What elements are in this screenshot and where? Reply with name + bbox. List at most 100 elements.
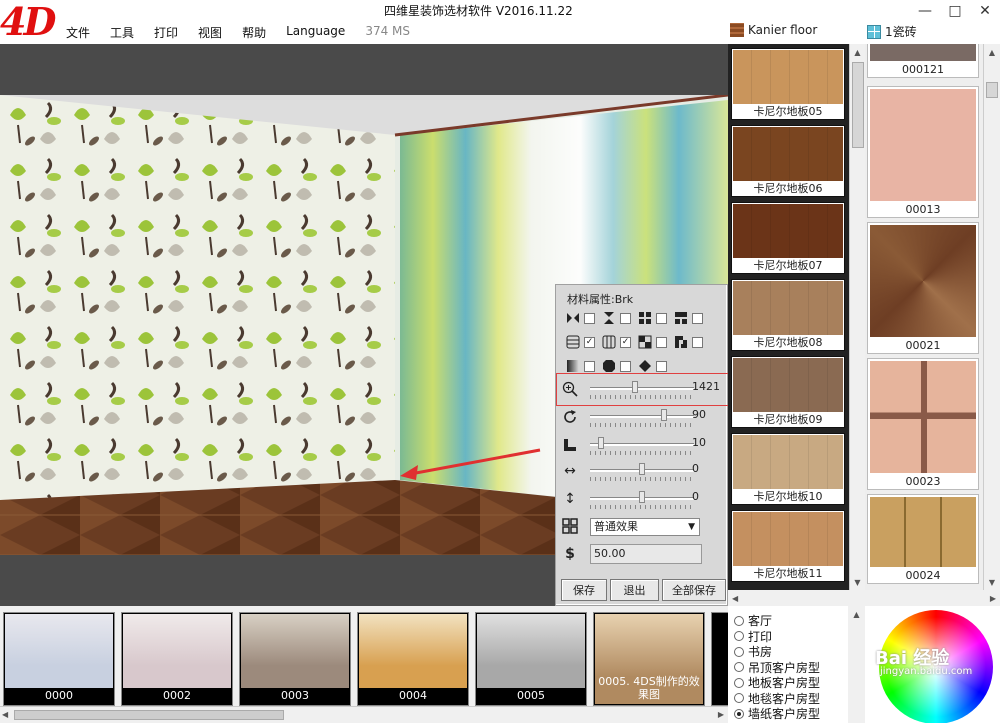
floor-material-tile[interactable]: 卡尼尔地板06	[731, 125, 845, 197]
room-option-label: 打印	[748, 629, 773, 644]
diamond-shape-checkbox[interactable]	[656, 360, 667, 372]
mirror-vertical-checkbox[interactable]	[620, 312, 631, 324]
tile-material-list[interactable]: 000121 00013 00021 00023 00024	[865, 44, 983, 590]
scroll-up-icon[interactable]: ▲	[850, 44, 865, 60]
room-radio[interactable]	[734, 708, 744, 719]
quad-pattern-checkbox[interactable]	[656, 312, 667, 324]
wood-floor-icon	[730, 23, 744, 37]
room-radio[interactable]	[734, 615, 744, 626]
floor-material-tile[interactable]: 卡尼尔地板08	[731, 279, 845, 351]
gradient-shade-checkbox[interactable]	[584, 360, 595, 372]
tile-list-scroll-thumb[interactable]	[986, 82, 998, 98]
horizontal-tiling-checkbox[interactable]: ✓	[584, 336, 595, 348]
room-option[interactable]: 地板客户房型	[734, 674, 820, 691]
floor-material-tile[interactable]: 卡尼尔地板10	[731, 433, 845, 505]
room-option[interactable]: 打印	[734, 628, 772, 645]
menu-file[interactable]: 文件	[66, 24, 90, 41]
chevron-down-icon: ▼	[688, 522, 695, 532]
floor-material-list[interactable]: 卡尼尔地板05 卡尼尔地板06 卡尼尔地板07 卡尼尔地板08 卡尼尔地板09 卡尼尔地板…	[728, 44, 849, 590]
scene-strip-scrollbar[interactable]: ◀ ▶	[0, 706, 728, 723]
room-radio[interactable]	[734, 662, 744, 672]
menu-language[interactable]: Language	[286, 24, 345, 41]
floor-material-tile[interactable]: 卡尼尔地板07	[731, 202, 845, 274]
tile-material-tile[interactable]: 00024	[867, 494, 979, 584]
save-button[interactable]: 保存	[561, 579, 607, 601]
tile-list-scrollbar[interactable]: ▲ ▼	[983, 44, 1000, 590]
tile-material-tile[interactable]: 000121	[867, 44, 979, 78]
tile-material-tile[interactable]: 00013	[867, 86, 979, 218]
effect-dropdown[interactable]: 普通效果 ▼	[590, 518, 700, 536]
rotation-slider-thumb[interactable]	[660, 409, 667, 421]
room-option[interactable]: 书房	[734, 643, 772, 660]
vertical-tiling-checkbox[interactable]: ✓	[620, 336, 631, 348]
menu-view[interactable]: 视图	[198, 24, 222, 41]
floor-list-scroll-thumb[interactable]	[852, 62, 864, 148]
scene-thumbnail-label: 0003	[240, 688, 350, 705]
close-button[interactable]: ✕	[970, 0, 1000, 22]
room-radio[interactable]	[734, 693, 744, 703]
scene-thumbnail[interactable]	[711, 612, 728, 706]
floor-material-tile[interactable]: 卡尼尔地板05	[731, 48, 845, 120]
mirror-horizontal-checkbox[interactable]	[584, 312, 595, 324]
room-radio[interactable]	[734, 677, 744, 688]
menu-print[interactable]: 打印	[154, 24, 178, 41]
minimize-button[interactable]: —	[910, 0, 940, 22]
height-slider-track[interactable]	[590, 443, 694, 446]
scroll-right-icon[interactable]: ▶	[718, 710, 724, 719]
scene-thumbnail[interactable]: 0002	[121, 612, 233, 706]
scene-thumbnail[interactable]: 0004	[357, 612, 469, 706]
room-radio[interactable]	[734, 631, 744, 641]
scroll-down-icon[interactable]: ▼	[850, 574, 865, 590]
rotation-slider-track[interactable]	[590, 415, 694, 418]
scene-strip-scroll-thumb[interactable]	[14, 710, 284, 720]
scene-thumbnail-label: 0002	[122, 688, 232, 705]
floor-material-tile[interactable]: 卡尼尔地板11	[731, 510, 845, 582]
material-properties-panel: 材料属性:Brk ✓ ✓ 1421 90 10 ↔ 0 ↕ 0 普通效果 ▼ $…	[555, 284, 728, 606]
tile-material-tile[interactable]: 00021	[867, 222, 979, 354]
shape-options-row	[566, 359, 674, 373]
room-option[interactable]: 吊顶客户房型	[734, 659, 820, 676]
floor-material-swatch	[733, 358, 843, 412]
room-radio[interactable]	[734, 646, 744, 657]
zoom-slider-thumb[interactable]	[632, 381, 639, 393]
scroll-down-icon[interactable]: ▼	[984, 574, 1000, 590]
room-list-scrollbar[interactable]: ▲	[848, 606, 865, 723]
menu-help[interactable]: 帮助	[242, 24, 266, 41]
grid-effect-icon	[562, 518, 578, 534]
floor-list-scrollbar[interactable]: ▲ ▼	[849, 44, 865, 590]
scene-thumbnail[interactable]: 0003	[239, 612, 351, 706]
floor-category-header[interactable]: Kanier floor	[730, 23, 817, 37]
panel-buttons: 保存 退出 全部保存	[561, 579, 726, 601]
scene-thumbnail[interactable]: 0005	[475, 612, 587, 706]
material-horizontal-scrollbar[interactable]: ◀ ▶	[728, 590, 1000, 606]
tile-material-swatch	[870, 361, 976, 473]
room-option[interactable]: 客厅	[734, 612, 772, 629]
price-field[interactable]: 50.00	[590, 544, 702, 564]
scroll-left-icon[interactable]: ◀	[2, 710, 8, 719]
save-all-button[interactable]: 全部保存	[662, 579, 726, 601]
split-pattern-checkbox[interactable]	[692, 312, 703, 324]
scroll-up-icon[interactable]: ▲	[848, 606, 865, 622]
scroll-left-icon[interactable]: ◀	[732, 594, 738, 603]
maximize-button[interactable]: □	[940, 0, 970, 22]
room-type-list: 客厅 打印 书房 吊顶客户房型 地板客户房型 地毯客户房型 墙纸客户房型	[728, 606, 848, 723]
room-option[interactable]: 地毯客户房型	[734, 690, 820, 707]
menu-tools[interactable]: 工具	[110, 24, 134, 41]
scroll-right-icon[interactable]: ▶	[990, 594, 996, 603]
room-option[interactable]: 墙纸客户房型	[734, 705, 820, 722]
offset-y-slider-row: ↕ 0	[562, 488, 722, 512]
height-slider-thumb[interactable]	[597, 437, 604, 449]
tile-material-tile[interactable]: 00023	[867, 358, 979, 490]
floor-material-tile[interactable]: 卡尼尔地板09	[731, 356, 845, 428]
herringbone-pattern-checkbox[interactable]	[692, 336, 703, 348]
scroll-up-icon[interactable]: ▲	[984, 44, 1000, 60]
checker-pattern-checkbox[interactable]	[656, 336, 667, 348]
offset-y-slider-thumb[interactable]	[639, 491, 645, 503]
tile-category-header[interactable]: 1瓷砖	[867, 23, 917, 40]
zoom-slider-track[interactable]	[590, 387, 694, 390]
scene-thumbnail[interactable]: 0000	[3, 612, 115, 706]
offset-x-slider-thumb[interactable]	[639, 463, 645, 475]
scene-thumbnail[interactable]: 0005. 4DS制作的效果图	[593, 612, 705, 706]
exit-button[interactable]: 退出	[610, 579, 659, 601]
octagon-shape-checkbox[interactable]	[620, 360, 631, 372]
